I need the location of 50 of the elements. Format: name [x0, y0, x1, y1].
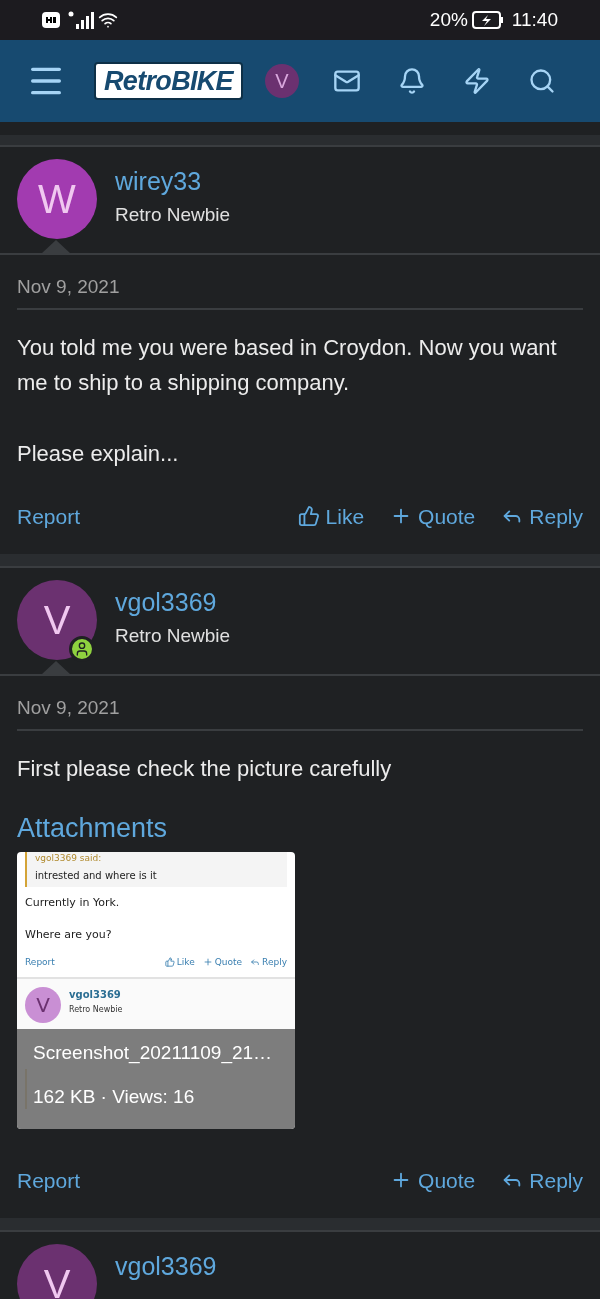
action-link: Quote [202, 955, 243, 969]
action-link[interactable]: Like [297, 500, 365, 532]
action-link[interactable]: Quote [390, 500, 476, 532]
user-avatar[interactable]: W [17, 159, 97, 239]
action-link[interactable]: Reply [501, 500, 583, 532]
avatar: V [25, 987, 61, 1023]
report-link[interactable]: Report [17, 1164, 81, 1196]
user-avatar[interactable]: V [17, 580, 97, 660]
username[interactable]: wirey33 [115, 165, 231, 197]
bell-icon[interactable] [398, 67, 427, 95]
post-text: Please explain... [17, 439, 180, 468]
wifi-icon [98, 10, 118, 30]
user-avatar[interactable]: V [17, 1244, 97, 1299]
lightning-icon[interactable] [462, 67, 491, 95]
attachments-heading: Attachments [17, 811, 169, 844]
action-link[interactable]: Quote [390, 1164, 476, 1196]
post-text: First please check the picture carefully [17, 754, 393, 783]
battery-charging-icon [471, 11, 504, 29]
thumbs-up-icon [164, 957, 175, 968]
post-date[interactable]: Nov 9, 2021 [17, 694, 583, 731]
clock: 11:40 [511, 7, 558, 32]
username: vgol3369 [69, 988, 122, 1002]
message-text: Where are you? [25, 927, 113, 943]
username[interactable]: vgol3369 [115, 1250, 217, 1282]
post-text: You told me you were based in Croydon. Now you want me to ship to a shipping company. [17, 333, 558, 397]
user-title: Retro Newbie [115, 624, 231, 648]
attachment-thumbnail[interactable]: vgol3369 said: intrested and where is it Currently in York. Where are you? Report Like Quote Reply V vgol3369 Retro Newbie Screenshot_20211109_21… 162 KB · Views: 16 [17, 851, 295, 1129]
user-title: Retro Newbie [115, 203, 231, 227]
action-link: Like [164, 955, 195, 969]
username[interactable]: vgol3369 [115, 586, 231, 618]
search-icon[interactable] [527, 67, 556, 95]
user-title: Retro Newbie [69, 1004, 123, 1016]
reply-icon [250, 957, 261, 968]
plus-icon [202, 957, 213, 968]
report-link[interactable]: Report [17, 500, 81, 532]
message-text: Currently in York. [25, 894, 121, 911]
quote-text: intrested and where is it [35, 868, 158, 883]
file-name: Screenshot_20211109_21… [33, 1040, 273, 1065]
post-date[interactable]: Nov 9, 2021 [17, 273, 583, 310]
user-avatar[interactable]: V [264, 64, 299, 98]
signal-icon [68, 11, 94, 29]
site-logo[interactable]: RetroBIKE [94, 62, 243, 100]
report-link: Report [25, 955, 55, 969]
hd-icon [42, 12, 60, 28]
action-link[interactable]: Reply [501, 1164, 583, 1196]
file-meta: 162 KB · Views: 16 [33, 1084, 195, 1109]
quote-author: vgol3369 said: [35, 851, 103, 864]
action-link: Reply [250, 955, 287, 969]
thumbs-up-icon [297, 505, 320, 528]
battery-percent: 20% [429, 7, 468, 32]
